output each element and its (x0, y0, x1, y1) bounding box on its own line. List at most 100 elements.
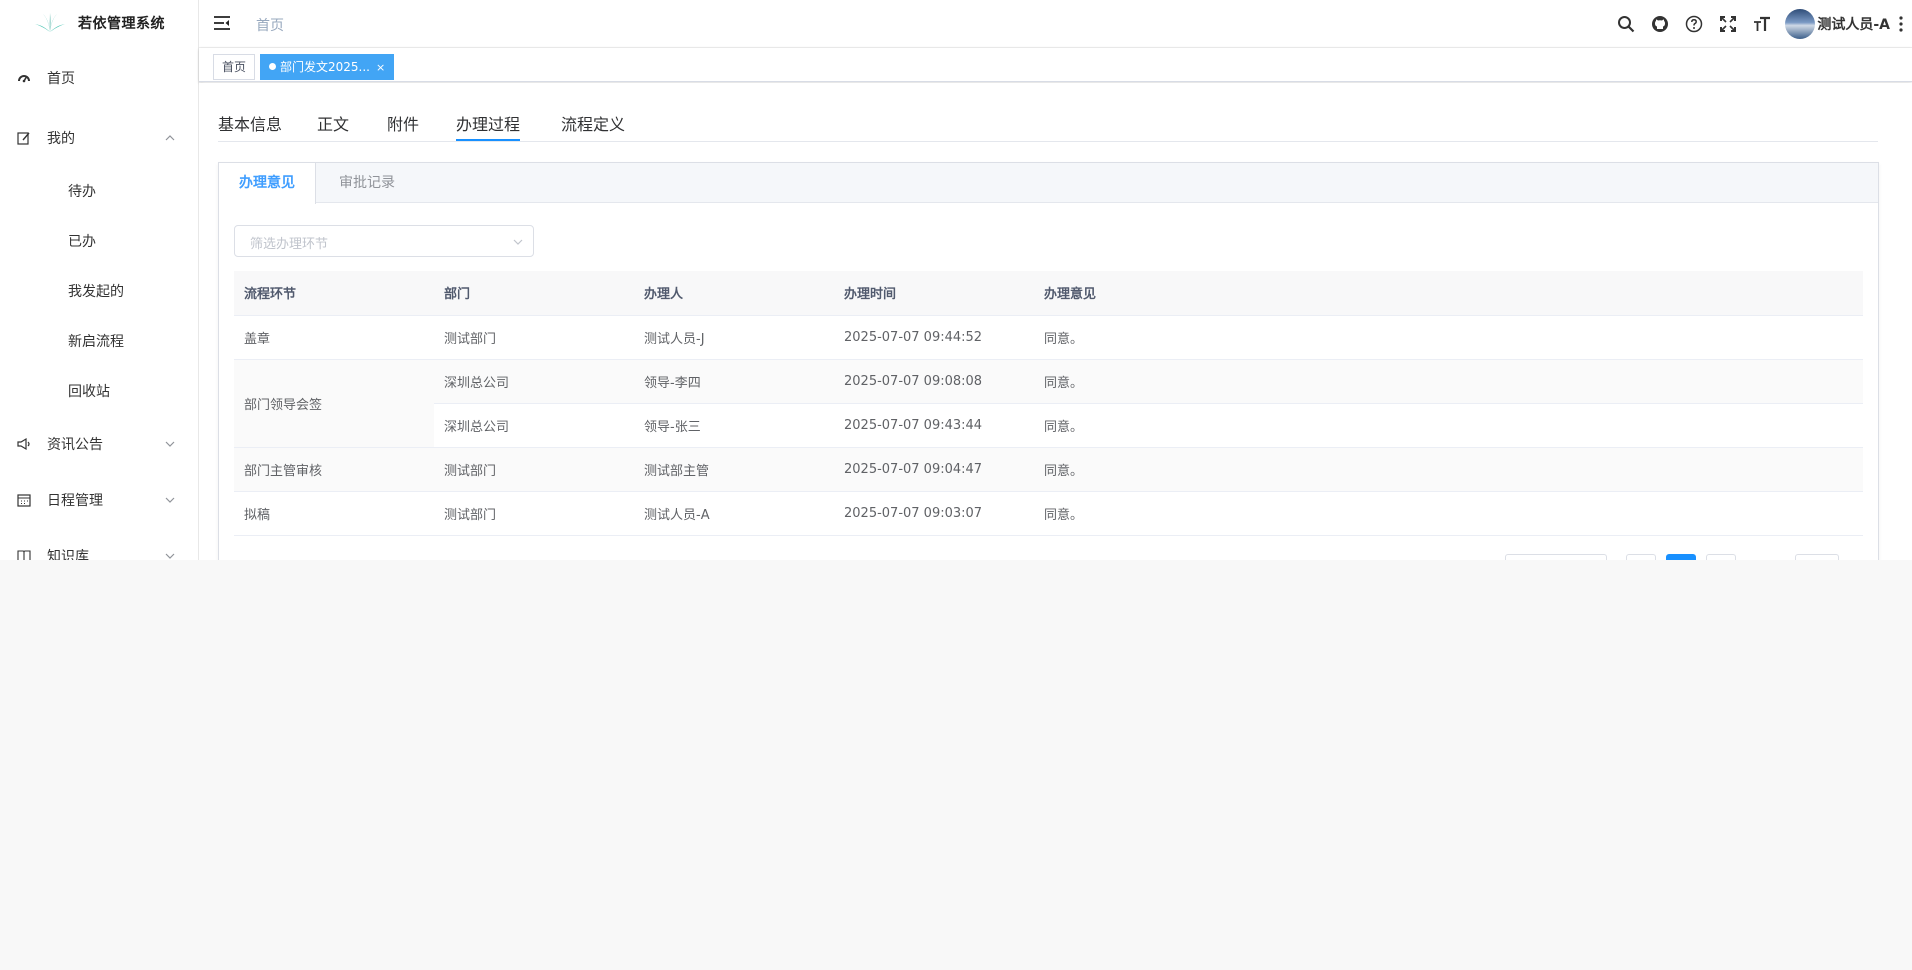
next-page-button[interactable] (1706, 554, 1736, 560)
cell-opinion: 同意。 (1034, 403, 1863, 448)
cell-step: 盖章 (234, 315, 434, 360)
cell-dept: 测试部门 (434, 447, 634, 492)
tab-process-definition[interactable]: 流程定义 (561, 111, 625, 142)
font-size-button[interactable] (1745, 0, 1779, 48)
cell-person: 领导-李四 (634, 359, 834, 404)
tab-opinions[interactable]: 办理意见 (219, 163, 316, 204)
sidebar: 若依管理系统 首页 我的 待办 已办 我发起的 新启流程 回收站 资讯公告 日程… (0, 0, 199, 560)
sidebar-subitem-recycle-bin[interactable]: 回收站 (0, 366, 198, 416)
table-row: 拟稿 测试部门 测试人员-A 2025-07-07 09:03:07 同意。 (234, 491, 1863, 536)
megaphone-icon (17, 437, 31, 451)
header-time: 办理时间 (834, 271, 1034, 316)
page-size-select[interactable] (1505, 554, 1607, 560)
table-row: 深圳总公司 领导-张三 2025-07-07 09:43:44 同意。 (234, 403, 1863, 448)
close-icon[interactable]: × (376, 61, 385, 74)
cell-time: 2025-07-07 09:44:52 (834, 315, 1034, 360)
help-button[interactable] (1677, 0, 1711, 48)
cell-dept: 测试部门 (434, 315, 634, 360)
user-menu[interactable]: 测试人员-A (1785, 9, 1890, 39)
navbar: 首页 测试人员-A (199, 0, 1912, 48)
sidebar-item-label: 日程管理 (47, 493, 103, 509)
sidebar-item-knowledge[interactable]: 知识库 (0, 528, 198, 560)
sidebar-item-label: 我的 (47, 131, 75, 147)
calendar-icon (17, 493, 31, 507)
chevron-down-icon (165, 441, 175, 447)
logo[interactable]: 若依管理系统 (0, 0, 198, 46)
process-card: 办理意见 审批记录 筛选办理环节 流程环节 部门 办理人 办理时间 办理意见 盖… (218, 162, 1879, 560)
sidebar-subitem-initiated[interactable]: 我发起的 (0, 266, 198, 316)
fullscreen-button[interactable] (1711, 0, 1745, 48)
cell-person: 领导-张三 (634, 403, 834, 448)
opinions-table: 流程环节 部门 办理人 办理时间 办理意见 盖章 测试部门 测试人员-J 202… (234, 271, 1863, 536)
header-dept: 部门 (434, 271, 634, 316)
table-header-row: 流程环节 部门 办理人 办理时间 办理意见 (234, 271, 1863, 316)
tag-home[interactable]: 首页 (213, 54, 256, 80)
card-tabs: 办理意见 审批记录 (219, 163, 1878, 204)
sidebar-item-label: 资讯公告 (47, 437, 103, 453)
tab-body-text[interactable]: 正文 (317, 111, 349, 142)
cell-time: 2025-07-07 09:04:47 (834, 447, 1034, 492)
table-row: 部门领导会签 深圳总公司 领导-李四 2025-07-07 09:08:08 同… (234, 359, 1863, 448)
cell-dept: 深圳总公司 (434, 403, 634, 448)
app-viewport: 若依管理系统 首页 我的 待办 已办 我发起的 新启流程 回收站 资讯公告 日程… (0, 0, 1912, 560)
github-button[interactable] (1643, 0, 1677, 48)
cell-time: 2025-07-07 09:08:08 (834, 359, 1034, 404)
chevron-down-icon (513, 239, 523, 245)
chevron-down-icon (165, 497, 175, 503)
tag-document[interactable]: 部门发文2025... × (260, 54, 395, 80)
tab-approval-records[interactable]: 审批记录 (319, 163, 415, 203)
search-button[interactable] (1609, 0, 1643, 48)
tab-basic-info[interactable]: 基本信息 (218, 111, 282, 142)
app-title: 若依管理系统 (78, 16, 165, 32)
search-icon (1618, 16, 1635, 33)
table-row: 盖章 测试部门 测试人员-J 2025-07-07 09:44:52 同意。 (234, 315, 1863, 360)
cell-opinion: 同意。 (1034, 447, 1863, 492)
cell-person: 测试部主管 (634, 447, 834, 492)
header-step: 流程环节 (234, 271, 434, 316)
tab-attachments[interactable]: 附件 (387, 111, 419, 142)
book-icon (17, 549, 31, 560)
user-name: 测试人员-A (1817, 17, 1890, 33)
active-tab-indicator (456, 139, 520, 141)
detail-tabs: 基本信息 正文 附件 办理过程 流程定义 (218, 83, 1878, 142)
cell-step: 部门主管审核 (234, 447, 434, 492)
question-circle-icon (1686, 15, 1703, 33)
tag-label: 首页 (222, 60, 247, 74)
chevron-up-icon (165, 135, 175, 141)
active-dot-icon (269, 63, 276, 70)
logo-icon (35, 13, 65, 32)
cell-step: 部门领导会签 (234, 359, 434, 448)
chevron-down-icon (165, 553, 175, 559)
avatar (1785, 9, 1816, 39)
breadcrumb[interactable]: 首页 (256, 15, 284, 35)
hamburger-icon[interactable] (213, 14, 231, 32)
prev-page-button[interactable] (1626, 554, 1656, 560)
more-menu-button[interactable] (1890, 0, 1912, 48)
sidebar-item-label: 首页 (47, 71, 75, 87)
sidebar-item-home[interactable]: 首页 (0, 46, 198, 110)
header-tools: 测试人员-A (1609, 0, 1912, 48)
more-vertical-icon (1899, 16, 1903, 32)
sidebar-item-schedule[interactable]: 日程管理 (0, 472, 198, 528)
main-content: 基本信息 正文 附件 办理过程 流程定义 办理意见 审批记录 筛选办理环节 流程… (199, 83, 1912, 560)
cell-time: 2025-07-07 09:03:07 (834, 491, 1034, 536)
cell-person: 测试人员-A (634, 491, 834, 536)
sidebar-item-news[interactable]: 资讯公告 (0, 416, 198, 472)
select-placeholder: 筛选办理环节 (250, 237, 329, 252)
tab-process[interactable]: 办理过程 (456, 111, 520, 142)
cell-dept: 深圳总公司 (434, 359, 634, 404)
step-filter-select[interactable]: 筛选办理环节 (234, 225, 534, 257)
github-icon (1652, 16, 1669, 32)
text-size-icon (1754, 16, 1771, 31)
header-person: 办理人 (634, 271, 834, 316)
goto-page-input[interactable] (1795, 554, 1839, 560)
sidebar-subitem-todo[interactable]: 待办 (0, 166, 198, 216)
header-opinion: 办理意见 (1034, 271, 1863, 316)
page-number-current[interactable] (1666, 554, 1696, 560)
tags-view: 首页 部门发文2025... × (199, 48, 1912, 82)
tag-label: 部门发文2025... (280, 60, 370, 74)
sidebar-item-label: 知识库 (47, 549, 89, 560)
sidebar-subitem-new-process[interactable]: 新启流程 (0, 316, 198, 366)
sidebar-subitem-done[interactable]: 已办 (0, 216, 198, 266)
sidebar-item-mine[interactable]: 我的 (0, 110, 198, 166)
